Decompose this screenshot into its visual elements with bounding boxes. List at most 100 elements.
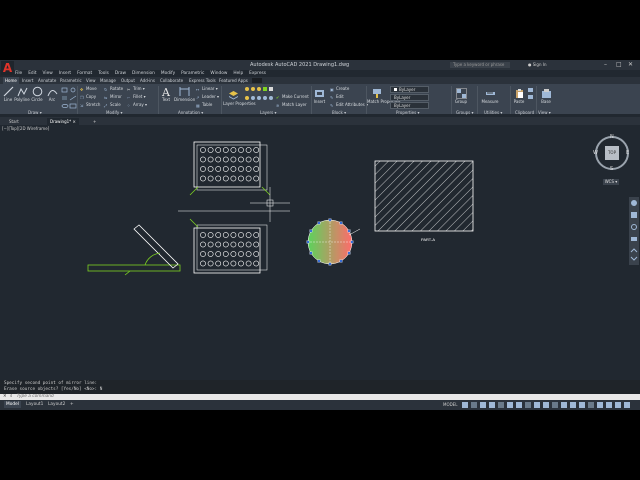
move-button[interactable]: ✥ Move bbox=[80, 86, 97, 92]
menu-tools[interactable]: Tools bbox=[98, 70, 109, 77]
properties-panel-title[interactable]: Properties ▾ bbox=[396, 110, 420, 115]
paste-button[interactable]: Paste bbox=[512, 88, 526, 105]
viewcube-west[interactable]: W bbox=[593, 150, 598, 156]
tab-model[interactable]: Model bbox=[4, 401, 21, 408]
mirror-button[interactable]: ⇋ Mirror bbox=[104, 94, 122, 100]
layers-panel-title[interactable]: Layers ▾ bbox=[260, 110, 277, 115]
viewcube-north[interactable]: N bbox=[610, 134, 614, 140]
insert-block-button[interactable]: Insert bbox=[313, 88, 326, 105]
status-toggle-icons[interactable] bbox=[462, 402, 637, 408]
line-button[interactable]: Line bbox=[2, 86, 14, 103]
block-panel-title[interactable]: Block ▾ bbox=[332, 110, 346, 115]
menu-parametric[interactable]: Parametric bbox=[181, 70, 204, 77]
maximize-button[interactable]: □ bbox=[616, 60, 622, 70]
modify-panel-title[interactable]: Modify ▾ bbox=[106, 110, 123, 115]
menu-draw[interactable]: Draw bbox=[115, 70, 126, 77]
tab-layout1[interactable]: Layout1 bbox=[24, 401, 45, 408]
ribbon-toggle-button[interactable] bbox=[252, 78, 262, 83]
tab-annotate[interactable]: Annotate bbox=[38, 77, 56, 84]
menu-window[interactable]: Window bbox=[210, 70, 227, 77]
sign-in-link[interactable]: ● Sign In bbox=[528, 60, 546, 70]
edit-block-button[interactable]: ✎ Edit bbox=[330, 94, 344, 100]
new-tab-button[interactable]: + bbox=[90, 118, 99, 125]
hatched-rectangle[interactable] bbox=[374, 160, 474, 232]
utilities-panel-title[interactable]: Utilities ▾ bbox=[484, 110, 502, 115]
tab-manage[interactable]: Manage bbox=[100, 77, 116, 84]
tab-insert[interactable]: Insert bbox=[22, 77, 33, 84]
grip-point[interactable] bbox=[328, 262, 332, 266]
model-space-toggle[interactable]: MODEL bbox=[443, 402, 457, 408]
upper-hole-plate[interactable] bbox=[193, 141, 268, 191]
tab-home[interactable]: Home bbox=[3, 77, 19, 84]
stretch-button[interactable]: ⇲ Stretch bbox=[80, 102, 100, 108]
linetype-dropdown[interactable]: ByLayer bbox=[390, 102, 429, 109]
polyline-button[interactable]: Polyline bbox=[14, 86, 30, 103]
menu-insert[interactable]: Insert bbox=[59, 70, 71, 77]
fillet-button[interactable]: ⌐ Fillet ▾ bbox=[127, 94, 146, 100]
tab-express-tools[interactable]: Express Tools bbox=[189, 77, 216, 84]
menu-file[interactable]: File bbox=[15, 70, 22, 77]
layer-properties-button[interactable]: Layer Properties bbox=[223, 90, 256, 107]
arc-button[interactable]: Arc bbox=[46, 86, 58, 103]
circle-button[interactable]: Circle bbox=[31, 86, 43, 103]
viewcube-top[interactable]: TOP bbox=[605, 150, 619, 155]
make-current-button[interactable]: ✔ Make Current bbox=[276, 94, 309, 100]
leader-button[interactable]: ↗ Leader ▾ bbox=[196, 94, 219, 100]
draw-panel-title[interactable]: Draw ▾ bbox=[28, 110, 42, 115]
scale-button[interactable]: ⤢ Scale bbox=[104, 102, 121, 108]
tab-start[interactable]: Start bbox=[6, 118, 22, 125]
grip-point[interactable] bbox=[317, 221, 321, 225]
drawing-canvas[interactable]: PART-A [−][Top][2D Wireframe] TOP N S E … bbox=[0, 125, 640, 380]
tab-add-ins[interactable]: Add-ins bbox=[140, 77, 155, 84]
angle-bracket[interactable] bbox=[87, 224, 181, 276]
tab-view[interactable]: View bbox=[86, 77, 96, 84]
autocad-logo-icon[interactable]: A bbox=[1, 61, 14, 75]
rotate-button[interactable]: ↻ Rotate bbox=[104, 86, 123, 92]
tab-parametric[interactable]: Parametric bbox=[60, 77, 82, 84]
annotation-panel-title[interactable]: Annotation ▾ bbox=[178, 110, 203, 115]
add-layout-button[interactable]: + bbox=[68, 401, 76, 408]
menu-dimension[interactable]: Dimension bbox=[132, 70, 155, 77]
trim-button[interactable]: ✂ Trim ▾ bbox=[127, 86, 145, 92]
grip-point[interactable] bbox=[339, 259, 343, 263]
tab-drawing1[interactable]: Drawing1* × bbox=[47, 118, 79, 125]
menu-view[interactable]: View bbox=[43, 70, 53, 77]
create-block-button[interactable]: ▣ Create bbox=[330, 86, 349, 92]
command-input[interactable]: Type a command bbox=[14, 394, 54, 399]
table-button[interactable]: ▦ Table bbox=[196, 102, 212, 108]
tab-layout2[interactable]: Layout2 bbox=[46, 401, 67, 408]
grip-point[interactable] bbox=[350, 240, 354, 244]
viewcube-south[interactable]: S bbox=[610, 166, 613, 172]
minimize-button[interactable]: – bbox=[604, 60, 607, 70]
lineweight-dropdown[interactable]: ByLayer bbox=[390, 94, 429, 101]
array-button[interactable]: ⁘ Array ▾ bbox=[127, 102, 147, 108]
menu-help[interactable]: Help bbox=[233, 70, 243, 77]
grip-point[interactable] bbox=[309, 251, 313, 255]
base-view-button[interactable]: Base bbox=[539, 88, 553, 105]
wcs-dropdown[interactable]: WCS ▾ bbox=[603, 179, 619, 185]
navigation-bar[interactable] bbox=[629, 197, 639, 265]
measure-button[interactable]: Measure bbox=[480, 88, 500, 105]
menu-format[interactable]: Format bbox=[77, 70, 92, 77]
copy-button[interactable]: ❐ Copy bbox=[80, 94, 96, 100]
match-layer-button[interactable]: ≋ Match Layer bbox=[276, 102, 307, 108]
grip-point[interactable] bbox=[339, 221, 343, 225]
match-properties-button[interactable]: Match Properties bbox=[367, 88, 401, 105]
viewcube[interactable]: TOP N S E W bbox=[592, 133, 632, 173]
edit-attributes-button[interactable]: ✎ Edit Attributes ▾ bbox=[330, 102, 368, 108]
tab-output[interactable]: Output bbox=[121, 77, 135, 84]
menu-express[interactable]: Express bbox=[249, 70, 266, 77]
tab-featured-apps[interactable]: Featured Apps bbox=[219, 77, 248, 84]
text-button[interactable]: A Text bbox=[160, 86, 172, 103]
linear-button[interactable]: ↔ Linear ▾ bbox=[196, 86, 218, 92]
close-tab-icon[interactable]: × bbox=[72, 119, 75, 124]
lower-hole-plate[interactable] bbox=[193, 224, 268, 274]
grip-point[interactable] bbox=[317, 259, 321, 263]
close-command-icon[interactable]: ✕ bbox=[0, 394, 7, 399]
grip-point[interactable] bbox=[347, 251, 351, 255]
grip-point[interactable] bbox=[347, 229, 351, 233]
viewcube-east[interactable]: E bbox=[626, 150, 629, 156]
search-input[interactable]: Type a keyword or phrase bbox=[450, 62, 510, 68]
menu-edit[interactable]: Edit bbox=[28, 70, 36, 77]
clipboard-panel-title[interactable]: Clipboard bbox=[515, 110, 534, 115]
